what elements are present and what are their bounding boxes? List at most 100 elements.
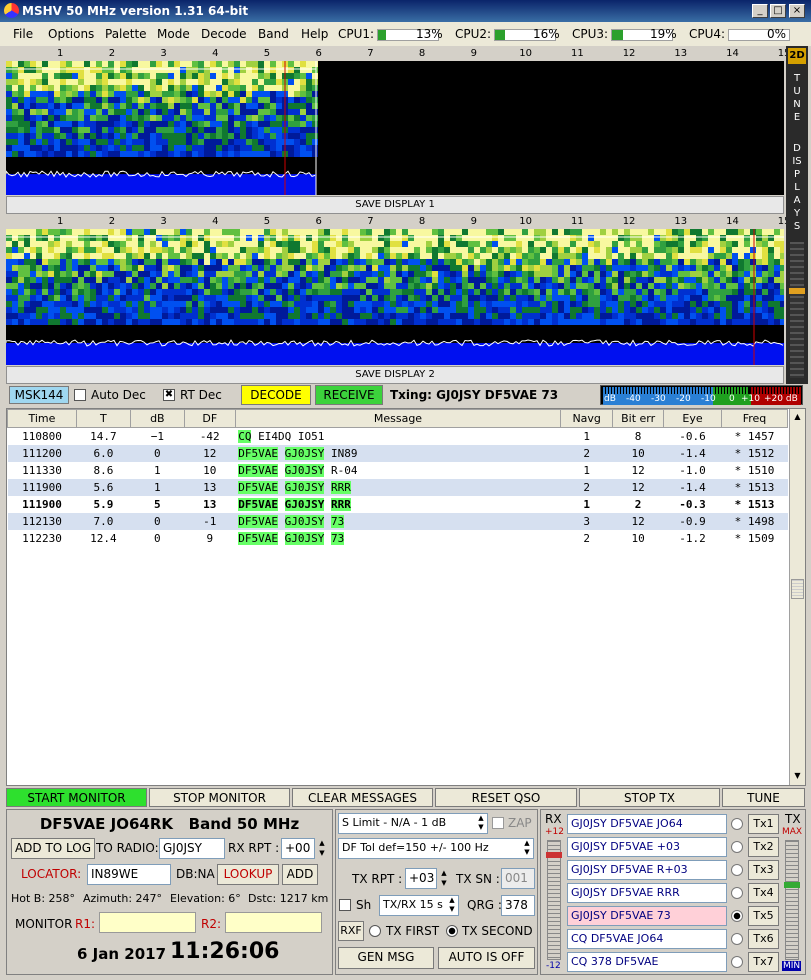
maximize-button[interactable]: □	[770, 4, 786, 18]
column-header[interactable]: Message	[234, 409, 562, 428]
tx-select-radio[interactable]	[731, 933, 743, 945]
messages-scrollbar[interactable]: ▲ ▼	[789, 409, 805, 785]
tx5-button[interactable]: Tx5	[748, 906, 779, 926]
minimize-button[interactable]: _	[752, 4, 768, 18]
add-to-log-button[interactable]: ADD TO LOG	[11, 838, 95, 859]
menu-help[interactable]: Help	[301, 27, 328, 41]
tx-level-handle[interactable]	[784, 882, 800, 888]
tx6-button[interactable]: Tx6	[748, 929, 779, 949]
column-header[interactable]: Navg	[560, 409, 614, 428]
column-header[interactable]: T	[75, 409, 131, 428]
auto-dec-checkbox[interactable]	[74, 389, 86, 401]
rx-rpt-input[interactable]: +00	[281, 838, 315, 859]
rx-level-slider[interactable]	[547, 840, 561, 960]
waterfall-display-1[interactable]	[6, 61, 784, 195]
tx-select-radio[interactable]	[731, 841, 743, 853]
tx-select-radio[interactable]	[731, 887, 743, 899]
tx-message-input[interactable]: GJ0JSY DF5VAE JO64	[567, 814, 727, 834]
tx3-button[interactable]: Tx3	[748, 860, 779, 880]
tx-rx-spinner-icon[interactable]: ▲ ▼	[446, 896, 458, 915]
tx-message-input[interactable]: GJ0JSY DF5VAE RRR	[567, 883, 727, 903]
column-header[interactable]: dB	[129, 409, 185, 428]
zap-checkbox[interactable]	[492, 817, 504, 829]
tune-slider[interactable]	[790, 242, 804, 378]
tx-first-radio[interactable]	[369, 925, 381, 937]
message-row[interactable]: 112230 12.4 0 9 DF5VAE GJ0JSY 73 2 10 -1.2 * 150…	[7, 529, 788, 547]
message-row[interactable]: 111900 5.6 1 13 DF5VAE GJ0JSY RRR 2 12 -1.4 * 15…	[7, 478, 788, 496]
tx-rpt-input[interactable]: +03	[405, 868, 437, 889]
close-button[interactable]: ×	[789, 4, 805, 18]
message-row[interactable]: 111330 8.6 1 10 DF5VAE GJ0JSY R-04 1 12 -1.0 * 1…	[7, 461, 788, 479]
decode-indicator[interactable]: DECODE	[241, 385, 311, 405]
df-tol-select[interactable]: DF Tol def=150 +/- 100 Hz	[338, 838, 534, 859]
column-header[interactable]: Eye	[663, 409, 722, 428]
lookup-button[interactable]: LOOKUP	[217, 864, 279, 885]
stop-tx-button[interactable]: STOP TX	[579, 788, 720, 807]
menu-options[interactable]: Options	[48, 27, 94, 41]
column-header[interactable]: Bit err	[612, 409, 665, 428]
menu-decode[interactable]: Decode	[201, 27, 247, 41]
tx-message-input[interactable]: GJ0JSY DF5VAE +03	[567, 837, 727, 857]
add-button[interactable]: ADD	[282, 864, 318, 885]
tx-rpt-spinner-icon[interactable]: ▲ ▼	[438, 868, 450, 889]
tx-message-input[interactable]: GJ0JSY DF5VAE R+03	[567, 860, 727, 880]
s-limit-select[interactable]: S Limit - N/A - 1 dB	[338, 813, 488, 834]
sh-checkbox[interactable]	[339, 899, 351, 911]
menu-file[interactable]: File	[13, 27, 33, 41]
save-display-2-button[interactable]: SAVE DISPLAY 2	[6, 366, 784, 384]
column-header[interactable]: Freq	[720, 409, 789, 428]
r2-field[interactable]	[225, 912, 322, 933]
stop-monitor-button[interactable]: STOP MONITOR	[149, 788, 290, 807]
decode-options-panel: S Limit - N/A - 1 dB ▲ ▼ ZAP DF Tol def=1…	[335, 809, 538, 975]
message-row[interactable]: 111900 5.9 5 13 DF5VAE GJ0JSY RRR 1 2 -0.3 * 151…	[7, 495, 788, 513]
df-tol-spinner-icon[interactable]: ▲ ▼	[521, 839, 533, 858]
mode-2d-button[interactable]: 2D	[788, 48, 806, 64]
menu-band[interactable]: Band	[258, 27, 289, 41]
cell-db: 5	[154, 497, 161, 511]
tx-message-input[interactable]: CQ DF5VAE JO64	[567, 929, 727, 949]
reset-qso-button[interactable]: RESET QSO	[435, 788, 577, 807]
message-row[interactable]: 110800 14.7 −1 -42 CQ EI4DQ IO51 1 8 -0.6 * 1457	[7, 427, 788, 445]
tx-second-radio[interactable]	[446, 925, 458, 937]
tune-button[interactable]: TUNE	[722, 788, 805, 807]
tx2-button[interactable]: Tx2	[748, 837, 779, 857]
s-limit-spinner-icon[interactable]: ▲ ▼	[475, 814, 487, 833]
scroll-down-icon[interactable]: ▼	[791, 769, 804, 783]
start-monitor-button[interactable]: START MONITOR	[6, 788, 147, 807]
menu-mode[interactable]: Mode	[157, 27, 190, 41]
r1-field[interactable]	[99, 912, 196, 933]
message-row[interactable]: 112130 7.0 0 -1 DF5VAE GJ0JSY 73 3 12 -0.9 * 149…	[7, 512, 788, 530]
scroll-thumb[interactable]	[791, 579, 804, 599]
tx4-button[interactable]: Tx4	[748, 883, 779, 903]
column-header[interactable]: DF	[183, 409, 236, 428]
tx-message-input[interactable]: GJ0JSY DF5VAE 73	[567, 906, 727, 926]
rx-level-handle[interactable]	[546, 852, 562, 858]
decoded-messages-list[interactable]: Time TdB DF Message Navg Bit err Eye Freq 11080…	[6, 408, 806, 786]
callsign-input[interactable]: GJ0JSY	[159, 838, 225, 859]
tx-sn-input[interactable]: 001	[501, 868, 535, 889]
qrg-input[interactable]: 378	[501, 895, 535, 916]
tx-select-radio[interactable]	[731, 910, 743, 922]
tx-level-slider[interactable]	[785, 840, 799, 960]
locator-input[interactable]: IN89WE	[87, 864, 171, 885]
cell-navg: 2	[583, 480, 590, 494]
tune-slider-handle[interactable]	[789, 288, 805, 294]
tx-message-input[interactable]: CQ 378 DF5VAE	[567, 952, 727, 972]
tx-select-radio[interactable]	[731, 818, 743, 830]
scroll-up-icon[interactable]: ▲	[791, 410, 804, 424]
message-row[interactable]: 111200 6.0 0 12 DF5VAE GJ0JSY IN89 2 10 -1.4 * 1…	[7, 444, 788, 462]
save-display-1-button[interactable]: SAVE DISPLAY 1	[6, 196, 784, 214]
rx-rpt-spinner-icon[interactable]: ▲ ▼	[316, 838, 328, 859]
waterfall-display-2[interactable]	[6, 229, 784, 365]
tx7-button[interactable]: Tx7	[748, 952, 779, 972]
tx-select-radio[interactable]	[731, 956, 743, 968]
auto-is-off-button[interactable]: AUTO IS OFF	[438, 947, 535, 969]
clear-messages-button[interactable]: CLEAR MESSAGES	[292, 788, 433, 807]
menu-palette[interactable]: Palette	[105, 27, 147, 41]
column-header[interactable]: Time	[7, 409, 77, 428]
tx-select-radio[interactable]	[731, 864, 743, 876]
gen-msg-button[interactable]: GEN MSG	[338, 947, 434, 969]
rxf-button[interactable]: RXF	[338, 921, 364, 941]
rt-dec-checkbox[interactable]: ✖	[163, 389, 175, 401]
tx1-button[interactable]: Tx1	[748, 814, 779, 834]
